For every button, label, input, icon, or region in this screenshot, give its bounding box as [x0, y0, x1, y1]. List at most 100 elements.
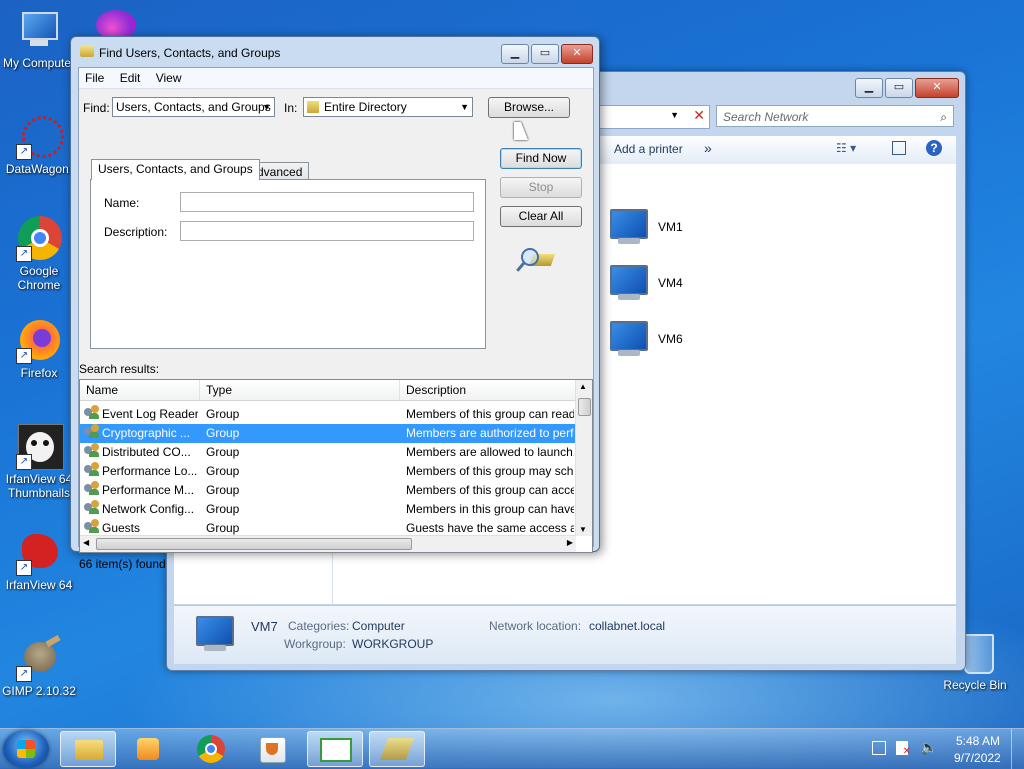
result-type: Group [206, 483, 240, 497]
result-name: Distributed CO... [102, 445, 191, 459]
volume-icon[interactable]: 🔈 [920, 739, 937, 756]
taskbar-find-dialog-button[interactable] [369, 731, 425, 767]
menu-edit[interactable]: Edit [114, 68, 147, 85]
name-label: Name: [104, 196, 140, 210]
gimp-icon: ↗ [16, 634, 62, 682]
clock-date[interactable]: 9/7/2022 [954, 751, 1001, 765]
categories-value: Computer [352, 619, 405, 633]
chrome-center-icon [205, 743, 217, 755]
categories-label: Categories: [288, 619, 350, 633]
results-count: 66 item(s) found [79, 557, 166, 571]
directory-icon [307, 101, 319, 113]
close-button[interactable]: ✕ [915, 78, 959, 98]
find-type-select[interactable]: Users, Contacts, and Groups ▼ [112, 97, 275, 117]
name-input[interactable] [180, 192, 474, 212]
desktop-icon-irfanview-thumbnails[interactable]: ↗ IrfanView 64 Thumbnails [0, 424, 78, 500]
action-center-icon[interactable]: ✕ [896, 741, 911, 757]
help-icon[interactable]: ? [926, 140, 942, 156]
network-computer-vm6[interactable]: VM6 [606, 316, 746, 362]
menu-file[interactable]: File [79, 68, 110, 85]
dropdown-arrow-icon[interactable]: ▼ [670, 110, 679, 120]
find-now-button[interactable]: Find Now [500, 148, 582, 169]
result-row[interactable]: Performance Lo... Group Members of this gr… [80, 462, 576, 481]
find-dialog-icon [80, 45, 94, 57]
workgroup-value: WORKGROUP [352, 637, 434, 651]
taskbar-media-player-button[interactable] [120, 731, 176, 767]
shortcut-arrow-icon: ↗ [16, 144, 32, 160]
tab-users-contacts-groups[interactable]: Users, Contacts, and Groups [91, 159, 260, 180]
network-location-label: Network location: [489, 619, 582, 633]
scroll-thumb[interactable] [578, 398, 591, 416]
search-criteria-panel: Name: Description: [90, 179, 486, 349]
desktop-icon-label: IrfanView 64 [5, 578, 73, 592]
add-printer-button[interactable]: Add a printer [614, 142, 683, 156]
desktop-icon-irfanview[interactable]: ↗ IrfanView 64 [0, 530, 78, 592]
desktop-icon-firefox[interactable]: ↗ Firefox [0, 318, 78, 380]
find-users-dialog[interactable]: Find Users, Contacts, and Groups ▁ ▭ ✕ F… [70, 36, 600, 571]
maximize-button[interactable]: ▭ [885, 78, 913, 98]
dialog-maximize-button[interactable]: ▭ [531, 44, 559, 64]
result-description: Members of this group can acce [406, 483, 574, 497]
clear-all-button[interactable]: Clear All [500, 206, 582, 227]
horizontal-scrollbar[interactable]: ◀ ▶ [80, 535, 576, 552]
result-row[interactable]: Cryptographic ... Group Members are author… [80, 424, 576, 443]
start-button[interactable] [3, 730, 49, 768]
menu-view[interactable]: View [150, 68, 188, 85]
taskbar-network-console-button[interactable] [307, 731, 363, 767]
scroll-up-icon[interactable]: ▲ [579, 382, 587, 391]
result-name: Cryptographic ... [102, 426, 191, 440]
dialog-close-button[interactable]: ✕ [561, 44, 593, 64]
vertical-scrollbar[interactable]: ▲ ▼ [575, 380, 592, 536]
desktop-icon-label: DataWagon. [5, 162, 73, 176]
result-description: Members in this group can have [406, 502, 574, 516]
scroll-down-icon[interactable]: ▼ [579, 525, 587, 534]
show-desktop-button[interactable] [1011, 729, 1024, 769]
stop-button[interactable]: Stop [500, 177, 582, 198]
datawagon-icon: ↗ [16, 114, 64, 160]
taskbar-java-button[interactable] [244, 731, 300, 767]
description-input[interactable] [180, 221, 474, 241]
result-description: Members of this group can read [406, 407, 574, 421]
preview-pane-icon[interactable] [892, 141, 906, 155]
in-location-select[interactable]: Entire Directory ▼ [303, 97, 473, 117]
desktop-icon-label: Google Chrome [17, 264, 61, 292]
column-description-header[interactable]: Description [400, 380, 576, 400]
more-commands-button[interactable]: » [704, 140, 712, 156]
search-results-list[interactable]: Name Type Description Event Log Readers G… [79, 379, 593, 553]
clear-address-icon[interactable]: ✕ [693, 107, 705, 124]
result-row[interactable]: Network Config... Group Members in this gr… [80, 500, 576, 519]
result-row[interactable]: Event Log Readers Group Members of this gr… [80, 405, 576, 424]
desktop-icon-gimp[interactable]: ↗ GIMP 2.10.32 [0, 634, 78, 698]
browse-button[interactable]: Browse... [488, 97, 570, 118]
desktop-icon-datawagon[interactable]: ↗ DataWagon. [0, 114, 78, 176]
computer-icon [16, 8, 62, 54]
details-pane: VM7 Categories: Computer Workgroup: WORK… [174, 605, 956, 664]
desktop-icon-google-chrome[interactable]: ↗ Google Chrome [0, 216, 78, 292]
scroll-right-icon[interactable]: ▶ [567, 538, 573, 547]
dialog-minimize-button[interactable]: ▁ [501, 44, 529, 64]
explorer-toolbar: Add a printer » ☷ ▾ ? [600, 136, 956, 165]
network-status-icon[interactable] [872, 741, 886, 755]
network-computer-vm4[interactable]: VM4 [606, 260, 746, 306]
column-name-header[interactable]: Name [80, 380, 200, 400]
chevron-down-icon: ▼ [460, 102, 469, 112]
taskbar-explorer-button[interactable] [60, 731, 116, 767]
search-network-input[interactable]: Search Network ⌕ [716, 105, 954, 127]
minimize-button[interactable]: ▁ [855, 78, 883, 98]
desktop-icon-my-computer[interactable]: My Computer [0, 8, 78, 70]
result-name: Event Log Readers [102, 407, 198, 421]
search-magnifier-icon [516, 246, 556, 272]
network-computer-vm1[interactable]: VM1 [606, 204, 746, 250]
group-icon [84, 405, 100, 420]
result-description: Members are allowed to launch, [406, 445, 574, 459]
taskbar-chrome-button[interactable] [184, 731, 240, 767]
result-row[interactable]: Performance M... Group Members of this gro… [80, 481, 576, 500]
view-options-icon[interactable]: ☷ ▾ [836, 141, 856, 155]
h-scroll-thumb[interactable] [96, 538, 412, 550]
scroll-left-icon[interactable]: ◀ [83, 538, 89, 547]
column-type-header[interactable]: Type [200, 380, 400, 400]
clock-time[interactable]: 5:48 AM [956, 734, 1000, 748]
result-row[interactable]: Distributed CO... Group Members are allowe… [80, 443, 576, 462]
search-icon[interactable]: ⌕ [940, 106, 947, 128]
result-name: Performance Lo... [102, 464, 198, 478]
